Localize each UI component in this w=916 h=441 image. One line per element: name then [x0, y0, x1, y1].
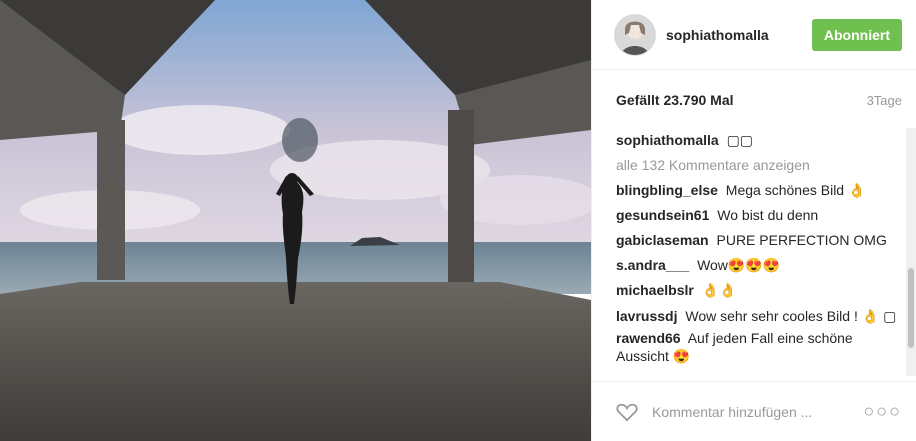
comment-item: blingbling_else Mega schönes Bild 👌 [616, 178, 902, 203]
comment-user[interactable]: michaelbslr [616, 282, 694, 298]
comment-user[interactable]: gabiclaseman [616, 232, 709, 248]
comment-user[interactable]: blingbling_else [616, 182, 718, 198]
avatar-image [615, 14, 655, 55]
comments-list[interactable]: sophiathomalla ▢▢ alle 132 Kommentare an… [616, 128, 902, 378]
more-options-icon[interactable]: ○○○ [863, 401, 902, 422]
avatar[interactable] [614, 13, 656, 56]
comment-item: michaelbslr 👌👌 [616, 278, 902, 303]
follow-button[interactable]: Abonniert [811, 18, 902, 51]
caption: sophiathomalla ▢▢ [616, 128, 902, 153]
comment-text: Mega schönes Bild 👌 [725, 182, 866, 198]
post-image [0, 0, 591, 441]
comment-text: ▢▢ [726, 132, 754, 148]
post-header: sophiathomalla Abonniert [592, 0, 916, 70]
comment-item: gabiclaseman PURE PERFECTION OMG [616, 228, 902, 253]
post-photo[interactable] [0, 0, 591, 441]
comment-item: rawend66 Auf jeden Fall eine schöne Auss… [616, 325, 902, 365]
add-comment-bar: Kommentar hinzufügen ... ○○○ [592, 381, 916, 441]
post-stats: Gefällt 23.790 Mal 3Tage [592, 70, 916, 130]
scrollbar-thumb[interactable] [908, 268, 914, 348]
post-modal: sophiathomalla Abonniert Gefällt 23.790 … [0, 0, 916, 441]
comment-text: Wow😍😍😍 [697, 257, 781, 273]
comment-user[interactable]: rawend66 [616, 330, 681, 346]
post-sidebar: sophiathomalla Abonniert Gefällt 23.790 … [591, 0, 916, 441]
comment-item: gesundsein61 Wo bist du denn [616, 203, 902, 228]
comment-input[interactable]: Kommentar hinzufügen ... [652, 404, 863, 420]
username[interactable]: sophiathomalla [666, 27, 812, 43]
heart-icon[interactable] [614, 399, 640, 425]
view-all-comments[interactable]: alle 132 Kommentare anzeigen [616, 153, 902, 178]
comment-text: 👌👌 [701, 282, 737, 298]
comment-text: Wo bist du denn [717, 207, 819, 223]
comment-item: s.andra___ Wow😍😍😍 [616, 253, 902, 278]
comment-user[interactable]: sophiathomalla [616, 132, 719, 148]
comment-user[interactable]: s.andra___ [616, 257, 689, 273]
comment-item: lavrussdj Wow sehr sehr cooles Bild ! 👌 … [616, 303, 902, 325]
comment-user[interactable]: lavrussdj [616, 308, 677, 324]
comment-user[interactable]: gesundsein61 [616, 207, 709, 223]
comment-text: Wow sehr sehr cooles Bild ! 👌 ▢ [685, 308, 897, 324]
comment-text: PURE PERFECTION OMG [716, 232, 887, 248]
comments-scrollbar[interactable] [906, 128, 916, 376]
post-time[interactable]: 3Tage [867, 93, 902, 108]
likes-count[interactable]: Gefällt 23.790 Mal [616, 92, 734, 108]
